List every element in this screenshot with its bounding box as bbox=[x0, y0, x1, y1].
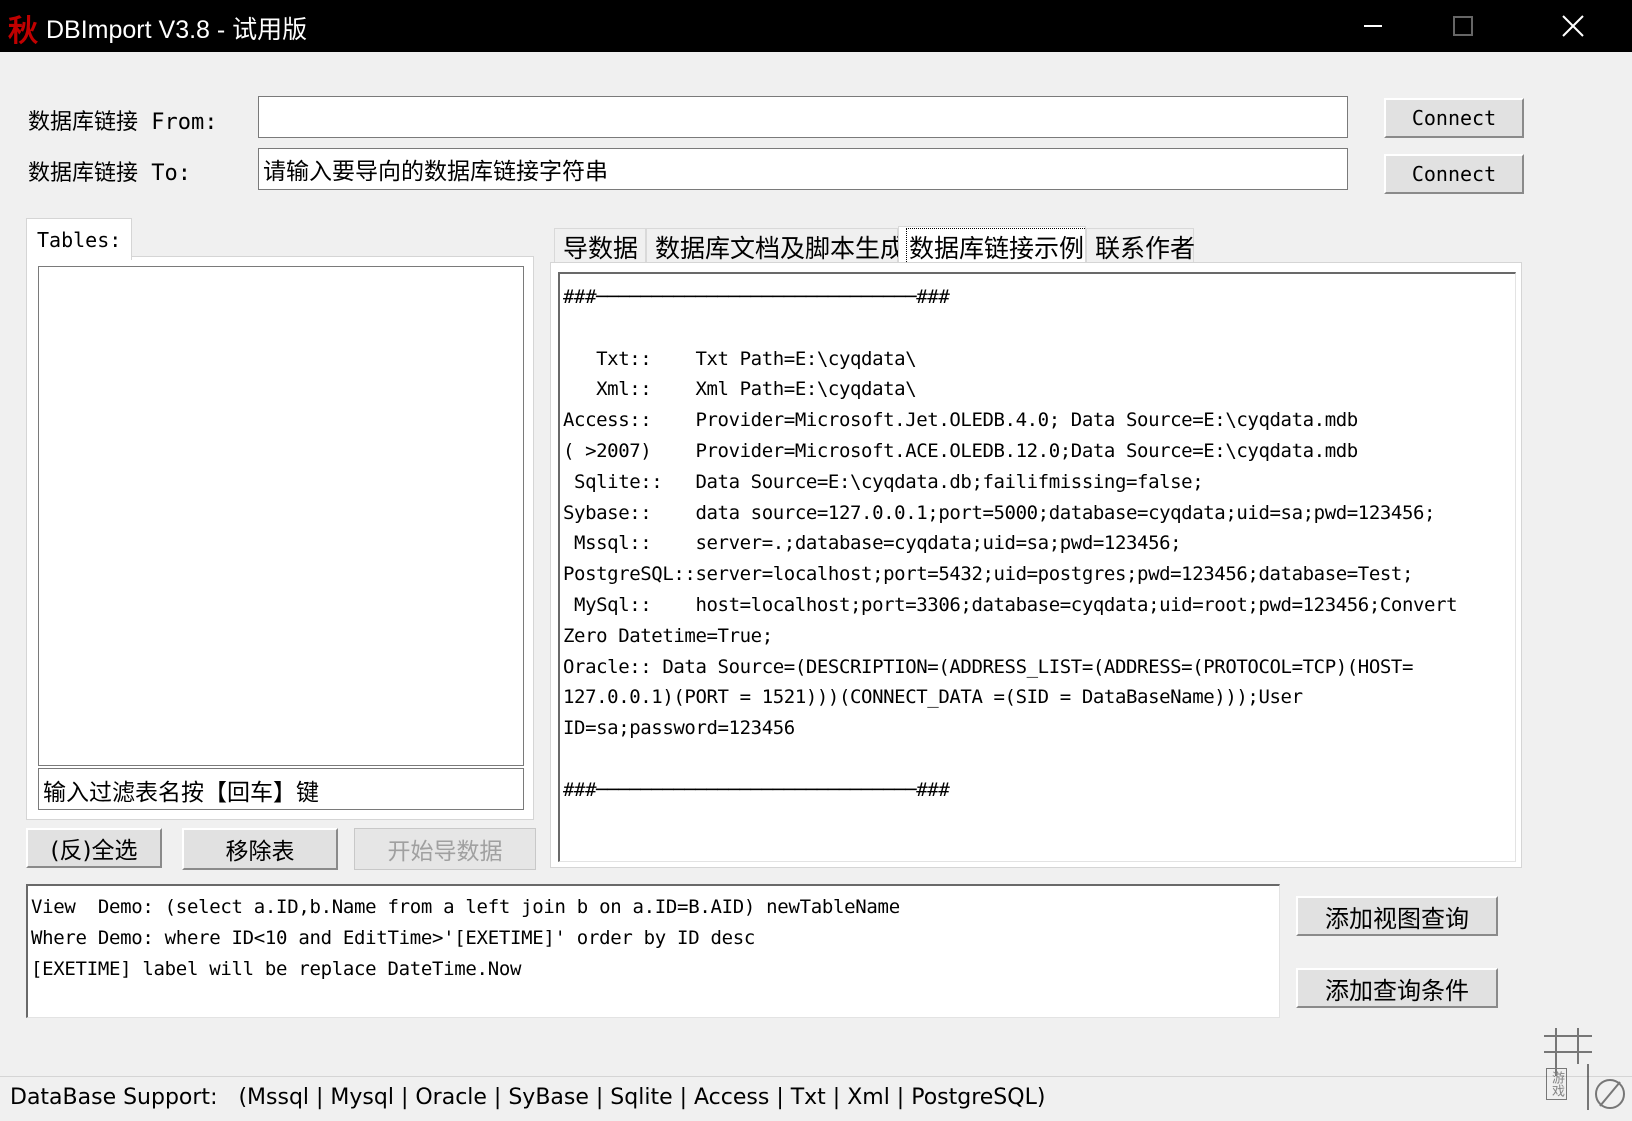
add-view-query-button[interactable]: 添加视图查询 bbox=[1296, 896, 1498, 936]
maximize-icon bbox=[1453, 16, 1473, 36]
to-connection-input[interactable]: 请输入要导向的数据库链接字符串 bbox=[258, 148, 1348, 190]
close-button[interactable] bbox=[1528, 0, 1618, 52]
tab-1[interactable]: 导数据 bbox=[554, 228, 646, 264]
tab-4[interactable]: 联系作者 bbox=[1086, 228, 1196, 264]
title-bar: 秋 DBImport V3.8 - 试用版 bbox=[0, 0, 1632, 52]
connect-to-button[interactable]: Connect bbox=[1384, 154, 1524, 194]
tab-label: 联系作者 bbox=[1095, 233, 1196, 263]
maximize-button[interactable] bbox=[1418, 0, 1508, 52]
app-icon: 秋 bbox=[8, 14, 38, 49]
from-connection-input[interactable] bbox=[258, 96, 1348, 138]
query-demo-textarea[interactable]: View Demo: (select a.ID,b.Name from a le… bbox=[26, 884, 1280, 1018]
tab-label: 数据库链接示例 bbox=[905, 227, 1088, 266]
connection-examples-text: ###─────────────────────────────### Txt:… bbox=[563, 286, 1458, 801]
add-query-condition-button[interactable]: 添加查询条件 bbox=[1296, 968, 1498, 1008]
toggle-select-all-button[interactable]: (反)全选 bbox=[26, 828, 162, 868]
to-connection-value: 请输入要导向的数据库链接字符串 bbox=[263, 159, 608, 185]
database-support-text: DataBase Support: (Mssql | Mysql | Oracl… bbox=[10, 1085, 1046, 1110]
minimize-button[interactable] bbox=[1328, 0, 1418, 52]
connect-from-button[interactable]: Connect bbox=[1384, 98, 1524, 138]
from-label: 数据库链接 From: bbox=[28, 110, 218, 135]
to-label: 数据库链接 To: bbox=[28, 161, 191, 186]
tab-label: 导数据 bbox=[563, 233, 639, 263]
connection-examples-textarea[interactable]: ###─────────────────────────────### Txt:… bbox=[558, 272, 1516, 862]
tab-label: 数据库文档及脚本生成 bbox=[655, 233, 906, 263]
table-filter-placeholder: 输入过滤表名按【回车】键 bbox=[43, 780, 319, 806]
table-filter-input[interactable]: 输入过滤表名按【回车】键 bbox=[38, 768, 524, 810]
tab-3[interactable]: 数据库链接示例 bbox=[898, 226, 1088, 266]
tab-2[interactable]: 数据库文档及脚本生成 bbox=[646, 228, 905, 264]
query-demo-text: View Demo: (select a.ID,b.Name from a le… bbox=[31, 896, 900, 980]
tab-tables[interactable]: Tables: bbox=[26, 218, 133, 260]
start-import-button[interactable]: 开始导数据 bbox=[354, 828, 536, 870]
window-title: DBImport V3.8 - 试用版 bbox=[46, 16, 308, 44]
status-bar: DataBase Support: (Mssql | Mysql | Oracl… bbox=[0, 1076, 1632, 1121]
close-icon bbox=[1562, 15, 1584, 37]
watermark-text: 游戏 bbox=[1546, 1068, 1567, 1100]
minimize-icon bbox=[1364, 25, 1382, 27]
tables-list[interactable] bbox=[38, 266, 524, 766]
remove-table-button[interactable]: 移除表 bbox=[182, 828, 338, 870]
tables-tab-label: Tables: bbox=[37, 227, 122, 252]
watermark-logo: 游戏 bbox=[1536, 1024, 1628, 1116]
